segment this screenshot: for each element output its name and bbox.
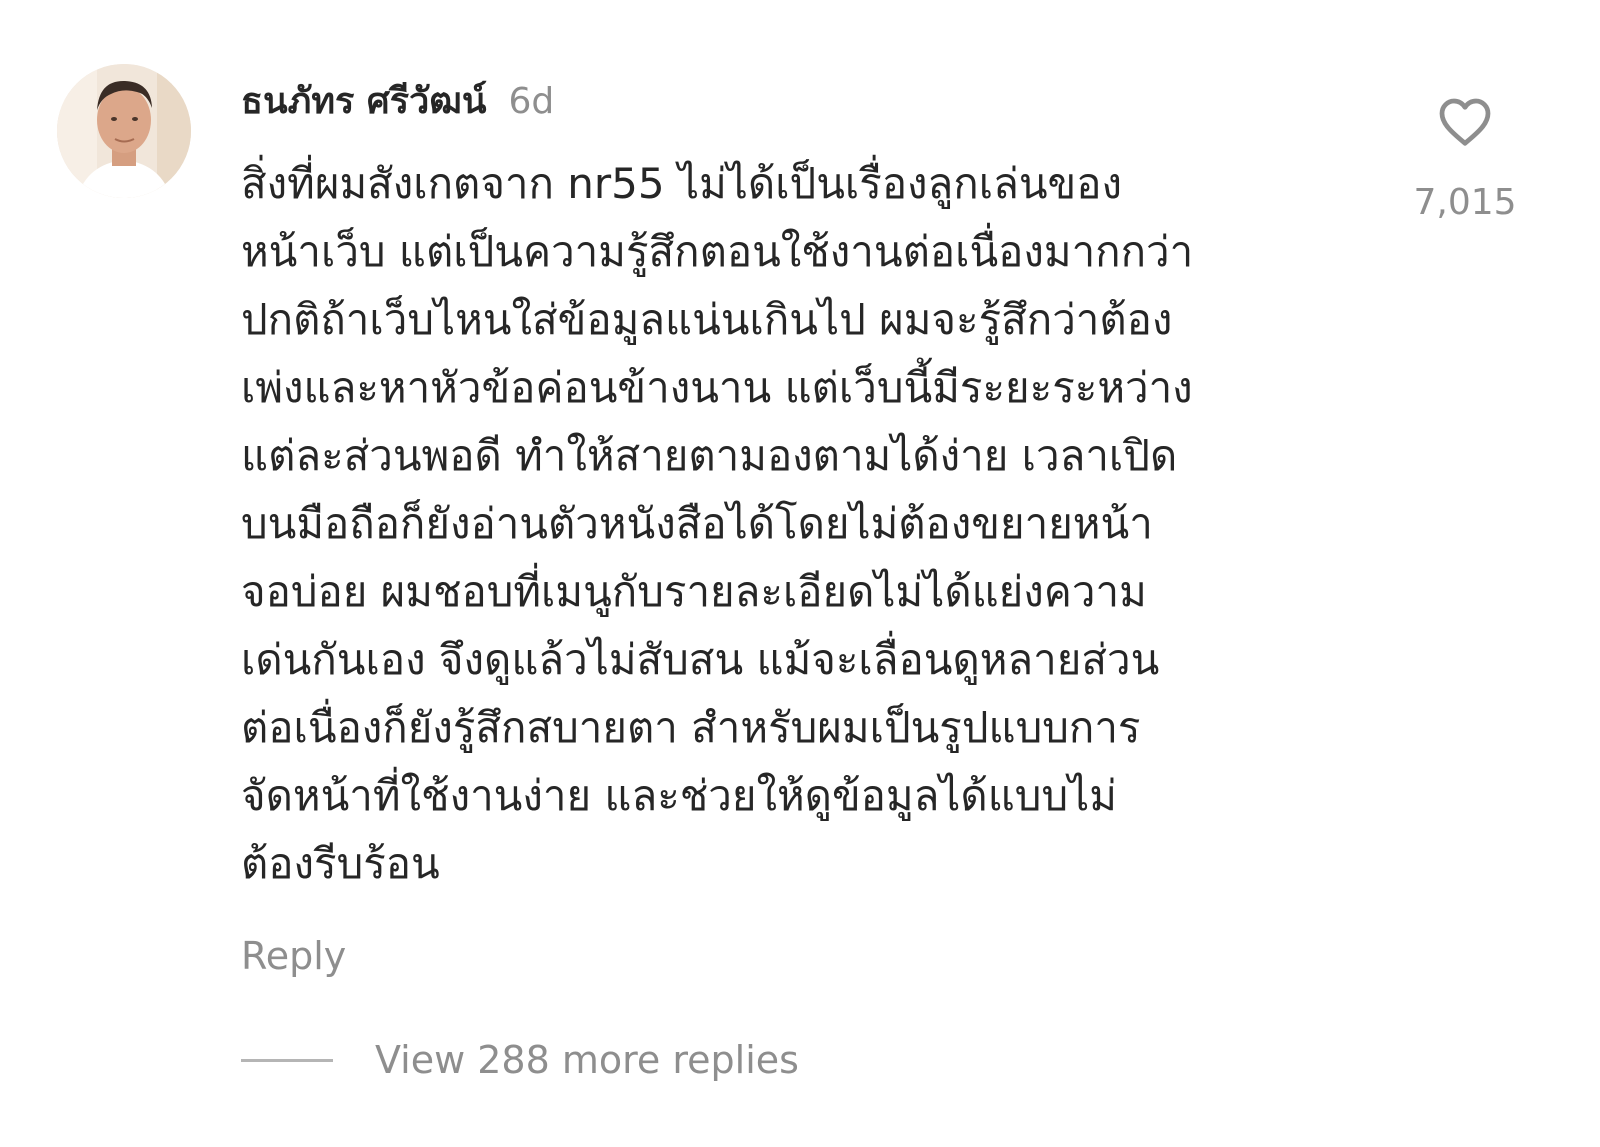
- comment-text-line: จอบ่อย ผมชอบที่เมนูกับรายละเอียดไม่ได้แย…: [241, 567, 1147, 616]
- comment-text-line: เด่นกันเอง จึงดูแล้วไม่สับสน แม้จะเลื่อน…: [241, 635, 1160, 684]
- avatar-photo: [57, 64, 191, 198]
- comment-text: สิ่งที่ผมสังเกตจาก nr55 ไม่ได้เป็นเรื่อง…: [241, 150, 1351, 898]
- view-more-replies-button[interactable]: View 288 more replies: [241, 1038, 799, 1082]
- replies-divider-line: [241, 1058, 333, 1062]
- timestamp: 6d: [508, 81, 555, 122]
- comment-text-line: เพ่งและหาหัวข้อค่อนข้างนาน แต่เว็บนี้มีร…: [241, 363, 1193, 412]
- view-more-replies-label: View 288 more replies: [375, 1038, 799, 1082]
- heart-icon[interactable]: [1435, 92, 1495, 152]
- comment-item: ธนภัทร ศรีวัฒน์ 6d สิ่งที่ผมสังเกตจาก nr…: [0, 0, 1600, 1147]
- comment-text-line: หน้าเว็บ แต่เป็นความรู้สึกตอนใช้งานต่อเน…: [241, 227, 1194, 276]
- reply-button[interactable]: Reply: [241, 934, 346, 978]
- like-area: 7,015: [1400, 92, 1530, 223]
- avatar[interactable]: [57, 64, 191, 198]
- comment-text-line: ต่อเนื่องก็ยังรู้สึกสบายตา สำหรับผมเป็นร…: [241, 703, 1141, 752]
- comment-text-line: แต่ละส่วนพอดี ทำให้สายตามองตามได้ง่าย เว…: [241, 431, 1178, 480]
- comment-text-line: บนมือถือก็ยังอ่านตัวหนังสือได้โดยไม่ต้อง…: [241, 499, 1153, 548]
- comment-text-line: สิ่งที่ผมสังเกตจาก nr55 ไม่ได้เป็นเรื่อง…: [241, 159, 1122, 208]
- username[interactable]: ธนภัทร ศรีวัฒน์: [241, 72, 486, 129]
- comment-text-line: ต้องรีบร้อน: [241, 839, 440, 888]
- comment-header: ธนภัทร ศรีวัฒน์ 6d: [241, 72, 554, 126]
- comment-text-line: จัดหน้าที่ใช้งานง่าย และช่วยให้ดูข้อมูลไ…: [241, 771, 1117, 820]
- like-count: 7,015: [1413, 182, 1517, 223]
- comment-text-line: ปกติถ้าเว็บไหนใส่ข้อมูลแน่นเกินไป ผมจะรู…: [241, 295, 1173, 344]
